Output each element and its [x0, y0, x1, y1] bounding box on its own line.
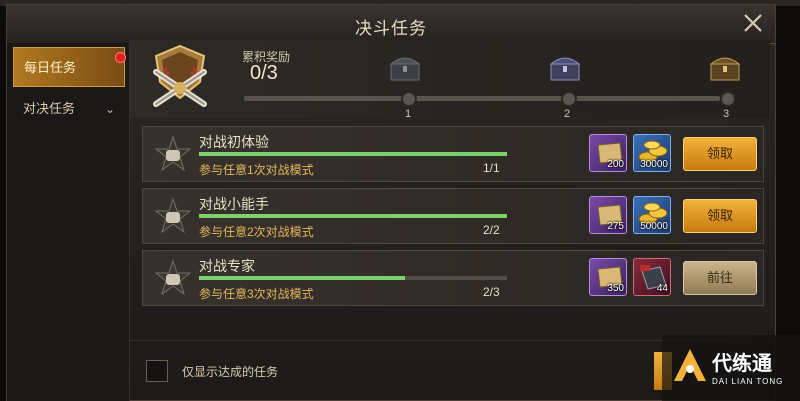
quest-progress-fill [199, 152, 507, 156]
quest-progress-text: 1/1 [483, 161, 500, 175]
quest-name: 对战专家 [199, 258, 255, 274]
quest-description: 参与任意2次对战模式 [199, 225, 314, 239]
sidebar-item-label: 对决任务 [23, 101, 76, 116]
milestone-node [401, 91, 417, 107]
ticket-icon[interactable]: 275 [589, 196, 627, 234]
quest-progress-fill [199, 276, 406, 280]
quest-description: 参与任意3次对战模式 [199, 287, 314, 301]
milestone-node [561, 91, 577, 107]
item-count: 350 [607, 283, 624, 294]
quest-progress-text: 2/2 [483, 223, 500, 237]
milestone-label: 2 [564, 108, 571, 120]
close-icon[interactable] [741, 11, 765, 35]
show-completed-label: 仅显示达成的任务 [182, 365, 279, 379]
chest-icon[interactable] [708, 54, 742, 82]
milestone-node [720, 91, 736, 107]
item-count: 30000 [640, 159, 668, 170]
quest-progress-text: 2/3 [483, 285, 500, 299]
sidebar-item-label: 每日任务 [24, 60, 77, 75]
watermark-text: 代练通 [712, 353, 772, 375]
quest-progress-fill [199, 214, 507, 218]
quest-progress-bar [199, 276, 507, 280]
item-count: 44 [656, 283, 668, 294]
quest-name: 对战小能手 [199, 196, 269, 212]
sidebar: 每日任务 对决任务 ⌄ [7, 43, 130, 401]
notification-dot [115, 52, 126, 63]
item-count: 275 [607, 221, 624, 232]
sidebar-item-duel-quests[interactable]: 对决任务 ⌄ [13, 89, 125, 129]
sidebar-item-daily-quests[interactable]: 每日任务 [13, 47, 126, 87]
gold-coins-icon[interactable]: 50000 [633, 196, 671, 234]
cumulative-reward-panel: 累积奖励 0/3 1 2 3 [130, 40, 770, 120]
chevron-down-icon: ⌄ [104, 102, 115, 116]
chest-icon[interactable] [548, 54, 582, 82]
go-button[interactable]: 前往 [683, 261, 757, 295]
ticket-icon[interactable]: 350 [589, 258, 627, 296]
claim-button[interactable]: 领取 [683, 137, 757, 171]
fist-star-icon [154, 197, 192, 234]
title-bar: 决斗任务 [7, 5, 775, 44]
quest-row: 对战初体验 参与任意1次对战模式 1/1 200 30000 领取 [142, 126, 764, 182]
ticket-icon[interactable]: 200 [589, 134, 627, 172]
item-box-icon[interactable]: 44 [633, 258, 671, 296]
watermark-subtext: DAI LIAN TONG [712, 377, 784, 386]
claim-button[interactable]: 领取 [683, 199, 757, 233]
item-count: 200 [607, 159, 624, 170]
fist-star-icon [154, 135, 192, 172]
watermark: 代练通 DAI LIAN TONG [662, 335, 800, 401]
logo-icon [674, 349, 706, 381]
cumulative-reward-value: 0/3 [250, 62, 278, 84]
chest-icon[interactable] [388, 54, 422, 82]
milestone-label: 1 [405, 108, 412, 120]
quest-row: 对战专家 参与任意3次对战模式 2/3 350 44 前往 [142, 250, 764, 306]
quest-name: 对战初体验 [199, 134, 269, 150]
quest-progress-bar [199, 214, 507, 218]
fist-star-icon [154, 259, 192, 296]
crossed-swords-medal-icon [153, 44, 207, 107]
quest-description: 参与任意1次对战模式 [199, 163, 314, 177]
quest-row: 对战小能手 参与任意2次对战模式 2/2 275 50000 领取 [142, 188, 764, 244]
item-count: 50000 [640, 221, 668, 232]
quest-progress-bar [199, 152, 507, 156]
milestone-label: 3 [723, 108, 730, 120]
reward-progress-track [244, 96, 720, 101]
window-title: 决斗任务 [355, 19, 427, 38]
gold-coins-icon[interactable]: 30000 [633, 134, 671, 172]
show-completed-checkbox[interactable] [146, 360, 168, 382]
